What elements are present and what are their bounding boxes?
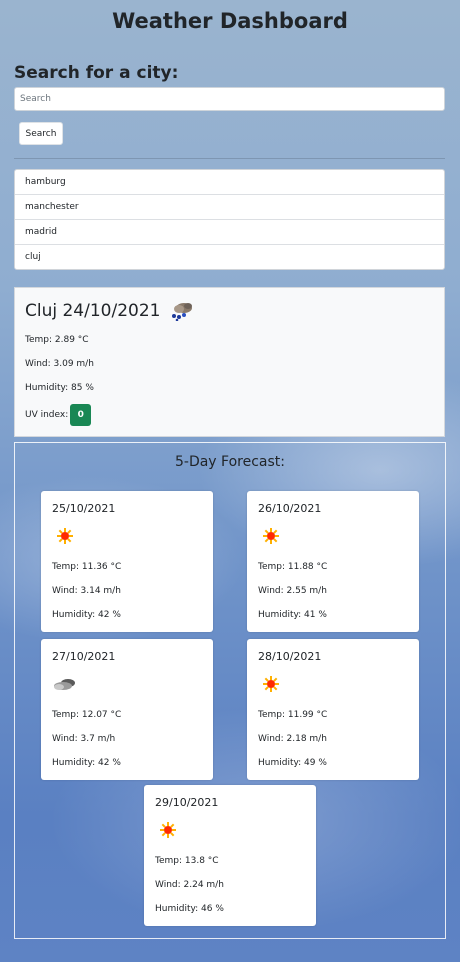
forecast-date: 28/10/2021 <box>258 650 322 663</box>
sun-icon <box>155 820 181 840</box>
current-weather-card: Cluj 24/10/2021 Temp: 2.89 °C Wind: 3.09… <box>14 287 445 437</box>
search-input[interactable] <box>14 87 445 111</box>
forecast-wind: Wind: 2.24 m/h <box>155 880 224 890</box>
forecast-temp: Temp: 11.88 °C <box>258 562 328 572</box>
forecast-humidity: Humidity: 41 % <box>258 610 327 620</box>
forecast-date: 27/10/2021 <box>52 650 116 663</box>
current-temp: Temp: 2.89 °C <box>25 335 89 345</box>
forecast-temp: Temp: 11.36 °C <box>52 562 122 572</box>
sun-icon <box>258 526 284 546</box>
forecast-card: 29/10/2021 Temp: 13.8 °C Wind: 2.24 m/h … <box>144 785 316 926</box>
divider <box>14 158 445 159</box>
forecast-card: 25/10/2021 Temp: 11.36 °C Wind: 3.14 m/h… <box>41 491 213 632</box>
search-button[interactable]: Search <box>19 122 63 145</box>
forecast-card: 27/10/2021 Temp: 12.07 °C Wind: 3.7 m/h … <box>41 639 213 780</box>
forecast-temp: Temp: 13.8 °C <box>155 856 219 866</box>
current-city-date: Cluj 24/10/2021 <box>25 301 161 321</box>
search-heading: Search for a city: <box>14 63 179 83</box>
uv-index-badge: 0 <box>70 404 92 426</box>
forecast-section: 5-Day Forecast: 25/10/2021 Temp: 11.36 °… <box>14 442 446 939</box>
forecast-date: 29/10/2021 <box>155 796 219 809</box>
forecast-date: 25/10/2021 <box>52 502 116 515</box>
forecast-wind: Wind: 2.55 m/h <box>258 586 327 596</box>
current-humidity: Humidity: 85 % <box>25 383 94 393</box>
forecast-card: 26/10/2021 Temp: 11.88 °C Wind: 2.55 m/h… <box>247 491 419 632</box>
history-item-madrid[interactable]: madrid <box>15 219 444 244</box>
sun-icon <box>52 526 78 546</box>
forecast-humidity: Humidity: 42 % <box>52 610 121 620</box>
sun-icon <box>258 674 284 694</box>
forecast-wind: Wind: 3.7 m/h <box>52 734 116 744</box>
forecast-temp: Temp: 11.99 °C <box>258 710 328 720</box>
cloud-icon <box>52 674 78 694</box>
forecast-wind: Wind: 2.18 m/h <box>258 734 327 744</box>
forecast-humidity: Humidity: 49 % <box>258 758 327 768</box>
history-item-cluj[interactable]: cluj <box>15 244 444 269</box>
history-item-manchester[interactable]: manchester <box>15 194 444 219</box>
uv-index-label: UV index: <box>25 410 69 420</box>
forecast-temp: Temp: 12.07 °C <box>52 710 122 720</box>
current-uv-row: UV index: 0 <box>25 404 92 426</box>
forecast-date: 26/10/2021 <box>258 502 322 515</box>
current-wind: Wind: 3.09 m/h <box>25 359 94 369</box>
forecast-title: 5-Day Forecast: <box>174 454 285 470</box>
page-title: Weather Dashboard <box>112 9 348 33</box>
forecast-humidity: Humidity: 42 % <box>52 758 121 768</box>
history-item-hamburg[interactable]: hamburg <box>15 170 444 194</box>
forecast-humidity: Humidity: 46 % <box>155 904 224 914</box>
forecast-wind: Wind: 3.14 m/h <box>52 586 121 596</box>
rain-cloud-icon <box>168 301 194 322</box>
current-weather-heading: Cluj 24/10/2021 <box>25 301 194 322</box>
search-history-list: hamburg manchester madrid cluj <box>14 169 445 270</box>
forecast-card: 28/10/2021 Temp: 11.99 °C Wind: 2.18 m/h… <box>247 639 419 780</box>
